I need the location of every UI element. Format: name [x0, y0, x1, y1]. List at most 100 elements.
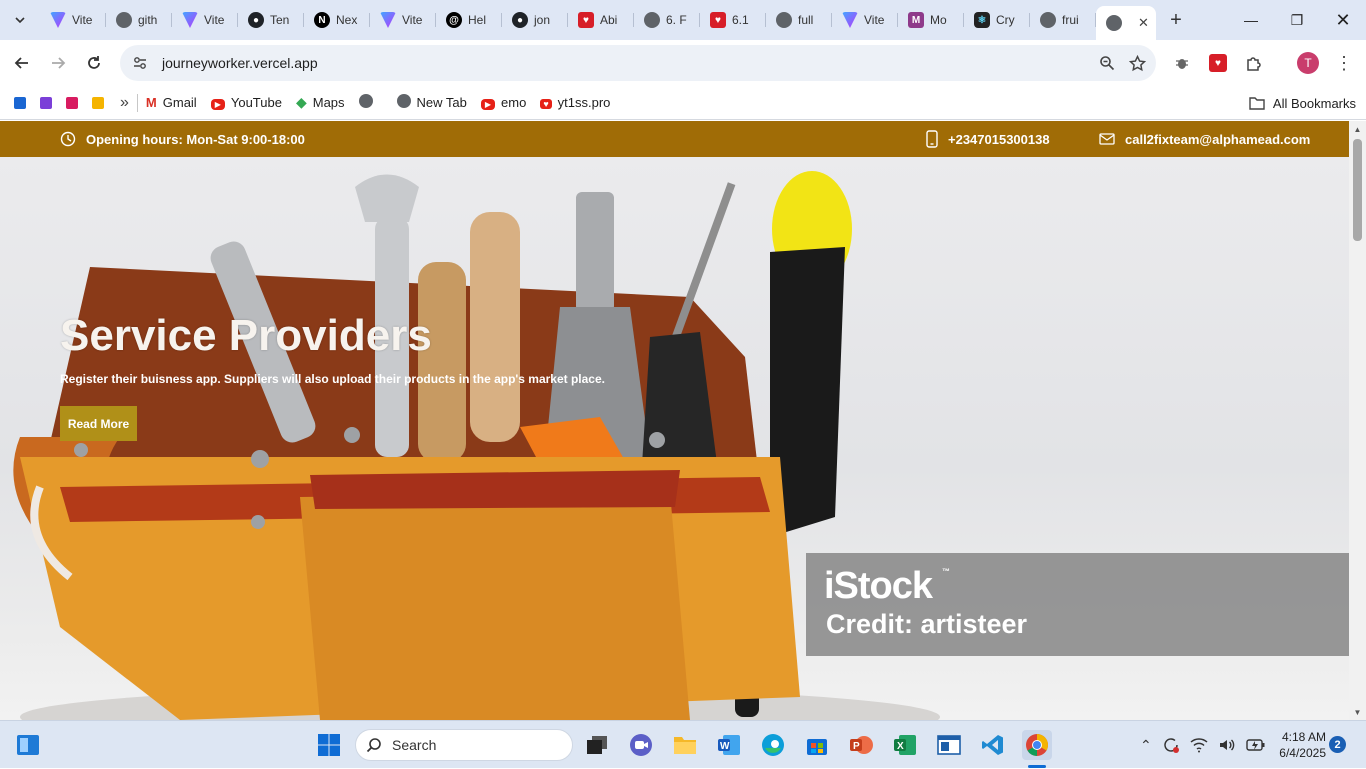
clock-time: 4:18 AM: [1281, 730, 1326, 744]
bookmark-purple-icon[interactable]: [40, 96, 52, 109]
video-meet-icon[interactable]: [626, 730, 656, 760]
bookmarks-overflow-chevron-icon[interactable]: »: [120, 94, 129, 112]
reload-button[interactable]: [76, 45, 112, 81]
bookmarks-bar: » M Gmail ▶ YouTube ◆ Maps New Tab ▶ emo ♥ yt1ss.p…: [0, 86, 1366, 120]
globe-icon: [358, 94, 373, 111]
browser-tab[interactable]: ● Ten: [238, 5, 304, 35]
tab-title: frui: [1062, 13, 1079, 27]
sync-icon[interactable]: [1162, 736, 1180, 754]
vscode-icon[interactable]: [978, 730, 1008, 760]
bookmark-item[interactable]: ▶ YouTube: [210, 95, 282, 110]
read-more-button[interactable]: Read More: [60, 406, 137, 441]
bookmark-pink-icon[interactable]: [66, 96, 78, 109]
window-app-icon[interactable]: [934, 730, 964, 760]
browser-tab[interactable]: 6. F: [634, 5, 700, 35]
bookmark-label: yt1ss.pro: [557, 95, 611, 110]
browser-tab[interactable]: Vite: [832, 5, 898, 35]
bookmark-item[interactable]: ♥ yt1ss.pro: [540, 95, 610, 110]
bookmark-label: emo: [501, 95, 527, 110]
profile-avatar[interactable]: T: [1290, 45, 1326, 81]
site-settings-icon[interactable]: [132, 55, 148, 71]
mobile-phone-icon: [926, 130, 938, 148]
forward-button[interactable]: [40, 45, 76, 81]
browser-tab[interactable]: ● jon: [502, 5, 568, 35]
bug-extension-icon[interactable]: [1164, 45, 1200, 81]
browser-tab[interactable]: Vite: [172, 5, 238, 35]
tab-title: Mo: [930, 13, 947, 27]
edge-icon[interactable]: [758, 730, 788, 760]
browser-tab[interactable]: Vite: [40, 5, 106, 35]
globe-icon: [1106, 15, 1122, 31]
store-icon[interactable]: [802, 730, 832, 760]
threads-icon: @: [446, 12, 462, 28]
bookmark-item[interactable]: ▶ emo: [480, 95, 527, 110]
scroll-down-arrow-icon[interactable]: ▼: [1349, 704, 1366, 720]
browser-tab[interactable]: ⚛ Cry: [964, 5, 1030, 35]
tab-title: Nex: [336, 13, 358, 27]
back-button[interactable]: [4, 45, 40, 81]
gmail-icon: M: [145, 95, 157, 110]
wifi-icon[interactable]: [1190, 737, 1208, 753]
restore-button[interactable]: ❐: [1274, 0, 1320, 40]
istock-watermark: iStock ™ Credit: artisteer: [806, 553, 1349, 656]
browser-tab[interactable]: gith: [106, 5, 172, 35]
bookmark-yellow-icon[interactable]: [92, 96, 104, 109]
widgets-icon[interactable]: [13, 730, 43, 760]
chevron-down-icon: [15, 17, 25, 24]
close-window-button[interactable]: ✕: [1320, 0, 1366, 40]
address-bar[interactable]: journeyworker.vercel.app: [120, 45, 1156, 81]
scrollbar-thumb[interactable]: [1353, 139, 1362, 241]
scroll-up-arrow-icon[interactable]: ▲: [1349, 121, 1366, 137]
bookmark-item[interactable]: New Tab: [396, 94, 467, 111]
tab-title: Cry: [996, 13, 1015, 27]
taskbar-clock[interactable]: 4:18 AM 6/4/2025: [1272, 729, 1326, 761]
phone-number[interactable]: +2347015300138: [948, 132, 1050, 147]
url-text[interactable]: journeyworker.vercel.app: [162, 55, 318, 71]
file-explorer-icon[interactable]: [670, 730, 700, 760]
browser-tab[interactable]: frui: [1030, 5, 1096, 35]
new-tab-button[interactable]: +: [1156, 0, 1196, 40]
excel-icon[interactable]: X: [890, 730, 920, 760]
minimize-button[interactable]: —: [1228, 0, 1274, 40]
powerpoint-icon[interactable]: P: [846, 730, 876, 760]
extensions-puzzle-icon[interactable]: [1236, 45, 1272, 81]
istock-logo: iStock: [824, 565, 933, 607]
opening-hours: Opening hours: Mon-Sat 9:00-18:00: [60, 121, 305, 157]
start-windows-icon[interactable]: [314, 730, 344, 760]
bookmark-item[interactable]: [358, 94, 373, 111]
notification-badge[interactable]: 2: [1329, 736, 1346, 753]
phone-contact[interactable]: +2347015300138: [926, 121, 1050, 157]
tab-title: Vite: [204, 13, 225, 27]
tab-search-button[interactable]: [0, 0, 40, 40]
browser-tab[interactable]: M Mo: [898, 5, 964, 35]
email-address[interactable]: call2fixteam@alphamead.com: [1125, 132, 1310, 147]
vertical-scrollbar[interactable]: ▲ ▼: [1349, 121, 1366, 720]
bookmark-label: New Tab: [416, 95, 467, 110]
email-contact[interactable]: call2fixteam@alphamead.com: [1099, 121, 1310, 157]
browser-menu-button[interactable]: ⋮: [1326, 45, 1362, 81]
chrome-icon[interactable]: [1022, 730, 1052, 760]
word-icon[interactable]: W: [714, 730, 744, 760]
browser-tab[interactable]: ♥ Abi: [568, 5, 634, 35]
show-hidden-icons-chevron-icon[interactable]: ⌃: [1140, 737, 1152, 754]
browser-tab[interactable]: ♥ 6.1: [700, 5, 766, 35]
browser-tab[interactable]: full: [766, 5, 832, 35]
red-extension-icon[interactable]: ♥: [1200, 45, 1236, 81]
bookmark-item[interactable]: M Gmail: [146, 95, 197, 110]
browser-tab[interactable]: @ Hel: [436, 5, 502, 35]
browser-tab[interactable]: Vite: [370, 5, 436, 35]
battery-charging-icon[interactable]: [1246, 738, 1266, 752]
bookmark-blue-icon[interactable]: [14, 96, 26, 109]
browser-tab[interactable]: N Nex: [304, 5, 370, 35]
all-bookmarks-button[interactable]: All Bookmarks: [1249, 86, 1356, 120]
volume-icon[interactable]: [1218, 737, 1236, 753]
bookmark-item[interactable]: ◆ Maps: [296, 94, 345, 111]
github-icon: ●: [512, 12, 528, 28]
bookmark-star-icon[interactable]: [1129, 54, 1146, 72]
taskbar-search[interactable]: Search: [355, 729, 573, 761]
task-view-icon[interactable]: [582, 730, 612, 760]
tab-title: Vite: [402, 13, 423, 27]
browser-tab-active[interactable]: ✕: [1096, 6, 1156, 40]
zoom-icon[interactable]: [1099, 55, 1115, 71]
close-tab-icon[interactable]: ✕: [1138, 15, 1149, 31]
